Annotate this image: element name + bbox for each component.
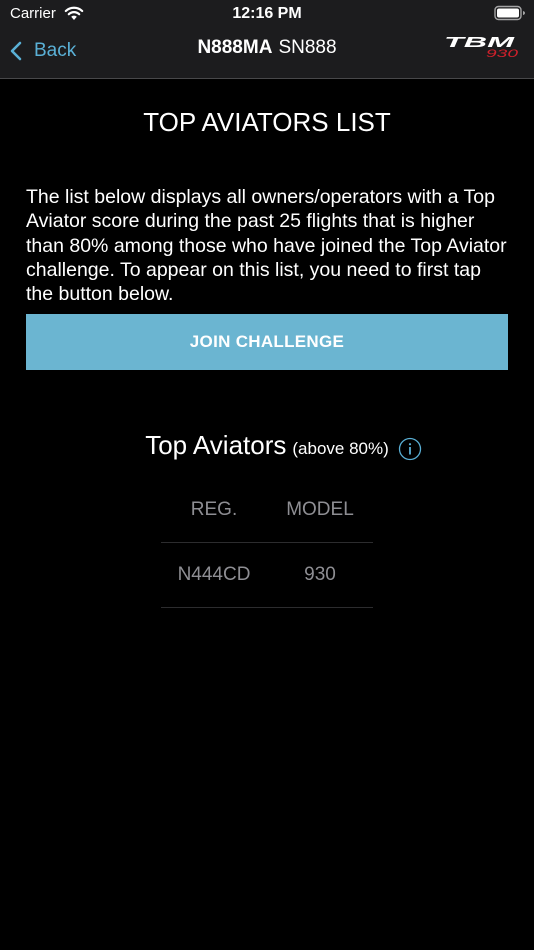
info-icon[interactable] [398, 437, 422, 461]
aircraft-serial: SN888 [278, 37, 337, 58]
description-text: The list below displays all owners/opera… [26, 186, 507, 306]
section-title-main: Top Aviators [145, 430, 287, 460]
column-header-model: MODEL [286, 499, 354, 520]
section-title-subtitle: (above 80%) [292, 439, 389, 458]
tbm-logo: TBM 930 [444, 34, 520, 58]
navigation-bar: Back N888MA SN888 TBM 930 [0, 28, 534, 79]
cell-registration: N444CD [177, 564, 251, 585]
logo-subtext: 930 [486, 48, 520, 58]
top-aviators-table: REG. MODEL N444CD 930 [161, 478, 373, 608]
table-row[interactable]: N444CD 930 [161, 543, 373, 608]
status-time: 12:16 PM [232, 5, 302, 22]
status-bar: Carrier 12:16 PM [0, 0, 534, 28]
aircraft-registration: N888MA [197, 37, 273, 58]
battery-icon [494, 5, 525, 21]
cell-model: 930 [304, 564, 336, 585]
page-title: TOP AVIATORS LIST [143, 107, 391, 137]
section-title: Top Aviators (above 80%) [0, 430, 534, 461]
column-header-reg: REG. [190, 499, 238, 520]
table-header-row: REG. MODEL [161, 478, 373, 543]
join-challenge-button[interactable]: JOIN CHALLENGE [26, 314, 508, 370]
